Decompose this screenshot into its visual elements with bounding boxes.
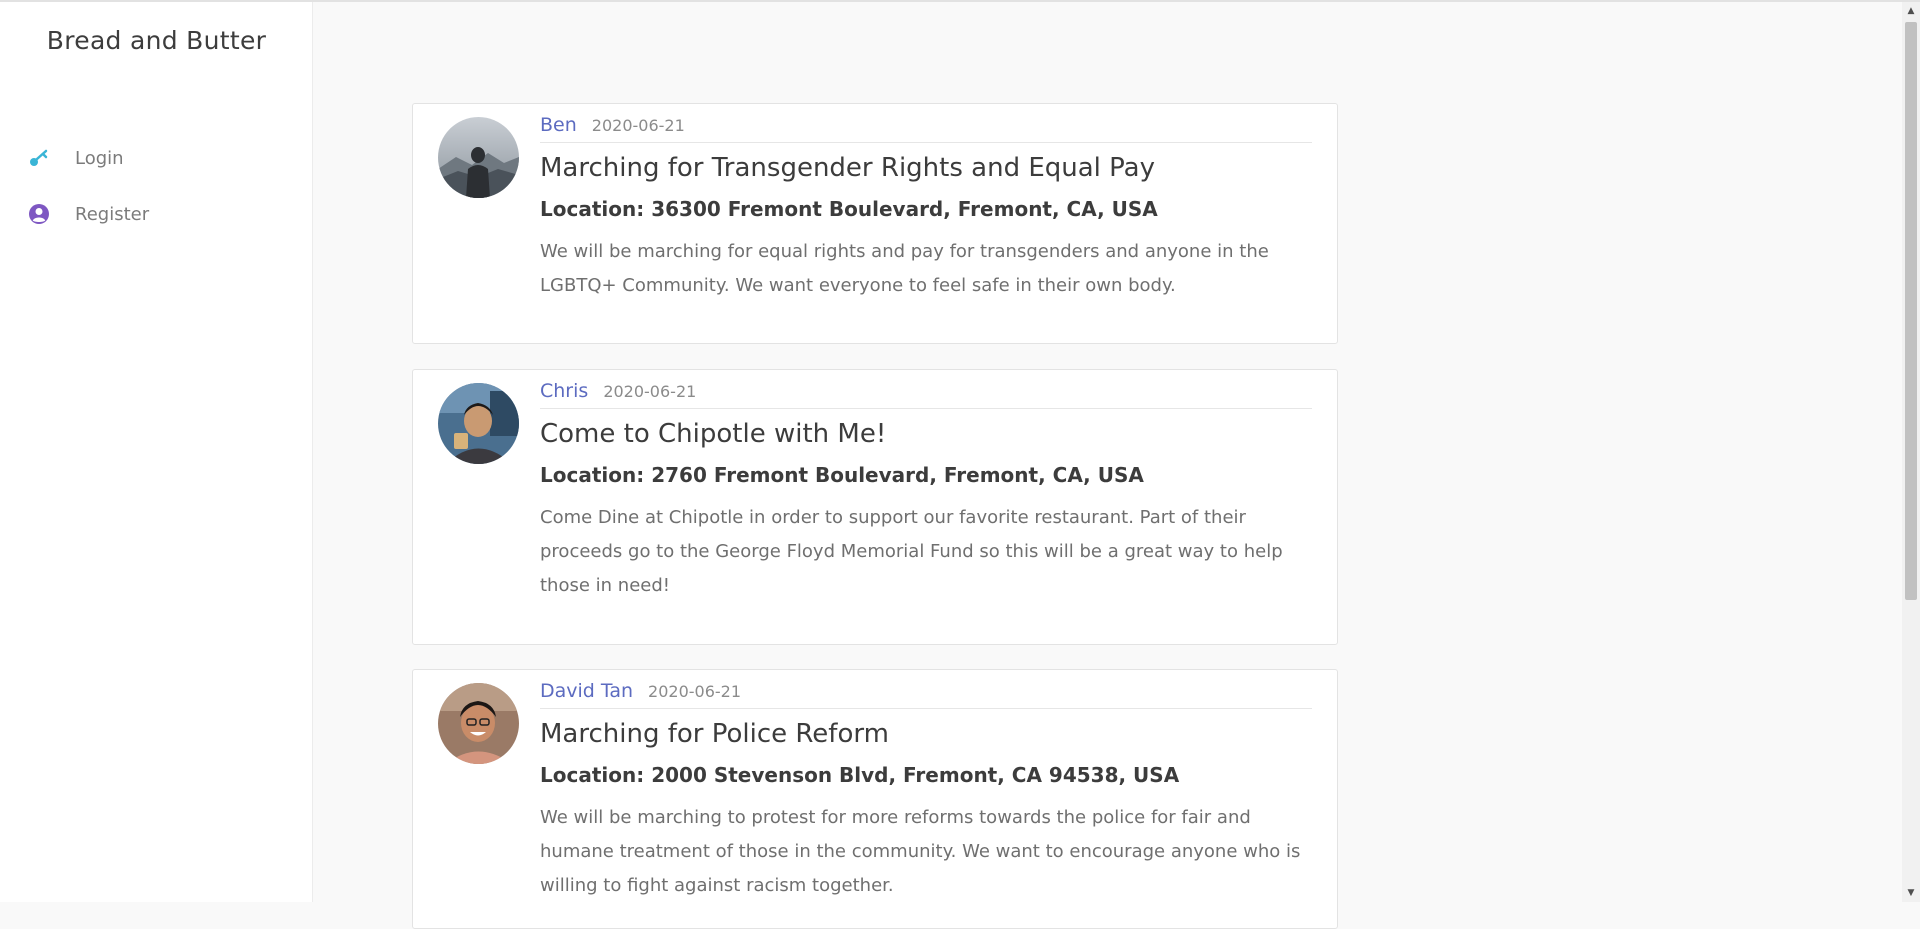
post-description: We will be marching to protest for more …	[540, 807, 1301, 896]
scroll-down-arrow-icon[interactable]: ▼	[1902, 884, 1920, 902]
post-meta: Ben 2020-06-21	[540, 114, 1312, 143]
post-content: Ben 2020-06-21 Marching for Transgender …	[540, 114, 1312, 303]
avatar[interactable]	[438, 683, 519, 764]
sidebar-item-label: Login	[75, 147, 124, 169]
post-feed: Ben 2020-06-21 Marching for Transgender …	[314, 2, 1900, 929]
post-description: We will be marching for equal rights and…	[540, 241, 1269, 296]
post-location: Location: 2000 Stevenson Blvd, Fremont, …	[540, 763, 1180, 787]
avatar[interactable]	[438, 383, 519, 464]
post-card: David Tan 2020-06-21 Marching for Police…	[412, 669, 1338, 929]
key-icon	[28, 147, 50, 169]
scroll-up-arrow-icon[interactable]: ▲	[1902, 2, 1920, 20]
post-location: Location: 2760 Fremont Boulevard, Fremon…	[540, 463, 1144, 487]
post-title: Marching for Police Reform	[540, 719, 889, 749]
post-content: Chris 2020-06-21 Come to Chipotle with M…	[540, 380, 1312, 603]
post-card: Chris 2020-06-21 Come to Chipotle with M…	[412, 369, 1338, 645]
post-content: David Tan 2020-06-21 Marching for Police…	[540, 680, 1312, 903]
post-meta: David Tan 2020-06-21	[540, 680, 1312, 709]
sidebar-item-register[interactable]: Register	[28, 196, 149, 232]
post-description: Come Dine at Chipotle in order to suppor…	[540, 507, 1283, 596]
scrollbar-thumb[interactable]	[1905, 22, 1917, 600]
post-date: 2020-06-21	[591, 116, 685, 135]
post-meta: Chris 2020-06-21	[540, 380, 1312, 409]
post-title: Marching for Transgender Rights and Equa…	[540, 153, 1155, 183]
sidebar: Bread and Butter Login Register	[0, 2, 313, 902]
post-date: 2020-06-21	[603, 382, 697, 401]
sidebar-item-login[interactable]: Login	[28, 140, 124, 176]
post-title: Come to Chipotle with Me!	[540, 419, 887, 449]
author-link[interactable]: Ben	[540, 114, 577, 136]
author-link[interactable]: Chris	[540, 380, 588, 402]
sidebar-item-label: Register	[75, 203, 150, 225]
post-date: 2020-06-21	[648, 682, 742, 701]
user-circle-icon	[28, 203, 50, 225]
app-title: Bread and Butter	[46, 26, 267, 55]
post-card: Ben 2020-06-21 Marching for Transgender …	[412, 103, 1338, 344]
post-location: Location: 36300 Fremont Boulevard, Fremo…	[540, 197, 1158, 221]
vertical-scrollbar[interactable]: ▲ ▼	[1902, 2, 1920, 902]
avatar[interactable]	[438, 117, 519, 198]
author-link[interactable]: David Tan	[540, 680, 633, 702]
